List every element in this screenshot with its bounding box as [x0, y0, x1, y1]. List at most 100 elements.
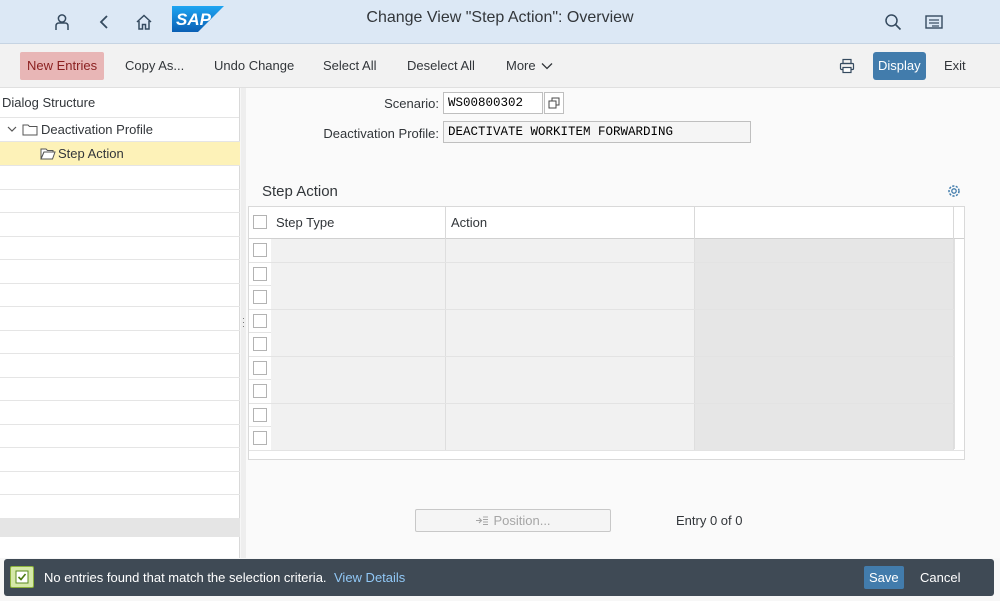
- cell-empty: [695, 356, 954, 380]
- undo-change-button[interactable]: Undo Change: [208, 52, 300, 80]
- tree-empty-row: [0, 307, 240, 331]
- collapse-arrow-icon[interactable]: [7, 124, 17, 134]
- table-row[interactable]: [249, 239, 964, 263]
- cell-step-type[interactable]: [271, 239, 446, 262]
- column-header-action[interactable]: Action: [446, 207, 695, 239]
- tree-empty-row: [0, 472, 240, 495]
- table-title: Step Action: [262, 183, 338, 200]
- sap-logo[interactable]: SAP: [172, 6, 224, 32]
- position-button[interactable]: Position...: [415, 509, 611, 532]
- column-header-step-type[interactable]: Step Type: [271, 207, 446, 239]
- cell-empty: [695, 403, 954, 427]
- cell-action[interactable]: [446, 427, 695, 450]
- table-row[interactable]: [249, 333, 964, 357]
- row-selector[interactable]: [253, 337, 267, 351]
- entry-count: Entry 0 of 0: [676, 513, 743, 528]
- view-details-link[interactable]: View Details: [334, 559, 405, 596]
- cell-step-type[interactable]: [271, 286, 446, 309]
- position-label: Position...: [493, 513, 551, 528]
- tree-empty-row: [0, 166, 240, 190]
- user-icon[interactable]: [48, 8, 76, 36]
- exit-button[interactable]: Exit: [938, 52, 972, 80]
- scenario-field[interactable]: WS00800302: [443, 92, 543, 114]
- tree-item-deactivation-profile[interactable]: Deactivation Profile: [0, 118, 240, 142]
- main-content: Scenario: WS00800302 Deactivation Profil…: [246, 88, 1000, 558]
- cancel-button[interactable]: Cancel: [914, 566, 966, 589]
- value-help-icon[interactable]: [544, 92, 564, 114]
- row-selector[interactable]: [253, 360, 267, 375]
- cell-step-type[interactable]: [271, 356, 446, 380]
- cell-step-type[interactable]: [271, 380, 446, 403]
- tree-empty-row: [0, 260, 240, 284]
- cell-empty: [695, 309, 954, 333]
- select-all-checkbox[interactable]: [253, 215, 267, 229]
- cell-step-type[interactable]: [271, 309, 446, 333]
- select-all-button[interactable]: Select All: [317, 52, 382, 80]
- tree-empty-row: [0, 237, 240, 260]
- table-row[interactable]: [249, 262, 964, 286]
- menu-icon[interactable]: [920, 8, 948, 36]
- tree-item-step-action[interactable]: Step Action: [0, 142, 240, 166]
- row-selector[interactable]: [253, 243, 267, 257]
- tree-empty-row: [0, 401, 240, 425]
- row-selector[interactable]: [253, 431, 267, 445]
- table-row[interactable]: [249, 403, 964, 427]
- cell-empty: [695, 239, 954, 262]
- svg-text:SAP: SAP: [176, 10, 212, 29]
- cell-action[interactable]: [446, 380, 695, 403]
- cell-action[interactable]: [446, 262, 695, 286]
- search-icon[interactable]: [879, 8, 907, 36]
- table-row[interactable]: [249, 286, 964, 310]
- splitter-grip-icon: · · ·: [242, 313, 245, 331]
- position-icon: [476, 516, 489, 525]
- more-label: More: [506, 58, 536, 73]
- cell-action[interactable]: [446, 309, 695, 333]
- cell-step-type[interactable]: [271, 262, 446, 286]
- cell-action[interactable]: [446, 239, 695, 262]
- table-vertical-scrollbar[interactable]: [954, 239, 964, 449]
- cell-step-type[interactable]: [271, 403, 446, 427]
- row-selector[interactable]: [253, 313, 267, 328]
- cell-action[interactable]: [446, 403, 695, 427]
- deactivation-profile-field[interactable]: DEACTIVATE WORKITEM FORWARDING: [443, 121, 751, 143]
- save-button[interactable]: Save: [864, 566, 904, 589]
- gear-icon[interactable]: [946, 183, 964, 201]
- table-row[interactable]: [249, 356, 964, 380]
- tree-item-label: Deactivation Profile: [41, 121, 153, 137]
- display-button[interactable]: Display: [873, 52, 926, 80]
- row-selector[interactable]: [253, 407, 267, 422]
- row-selector[interactable]: [253, 384, 267, 398]
- print-icon[interactable]: [833, 52, 861, 80]
- tree-empty-row: [0, 213, 240, 237]
- deselect-all-button[interactable]: Deselect All: [401, 52, 481, 80]
- table-row[interactable]: [249, 309, 964, 333]
- cell-action[interactable]: [446, 286, 695, 309]
- home-icon[interactable]: [130, 8, 158, 36]
- folder-icon: [22, 124, 38, 136]
- application-toolbar: New Entries Copy As... Undo Change Selec…: [0, 44, 1000, 88]
- chevron-down-icon: [541, 63, 553, 70]
- back-icon[interactable]: [90, 8, 118, 36]
- cell-empty: [695, 380, 954, 403]
- cell-action[interactable]: [446, 333, 695, 356]
- tree-empty-row: [0, 354, 240, 378]
- dialog-structure-title: Dialog Structure: [0, 88, 239, 118]
- tree-horizontal-scrollbar[interactable]: [0, 519, 240, 537]
- table-row[interactable]: [249, 427, 964, 451]
- cell-empty: [695, 286, 954, 309]
- table-row[interactable]: [249, 380, 964, 404]
- row-selector[interactable]: [253, 266, 267, 281]
- scenario-label: Scenario:: [384, 96, 439, 111]
- cell-action[interactable]: [446, 356, 695, 380]
- tree-empty-row: [0, 190, 240, 213]
- row-selector[interactable]: [253, 290, 267, 304]
- cell-step-type[interactable]: [271, 333, 446, 356]
- cell-step-type[interactable]: [271, 427, 446, 450]
- new-entries-button[interactable]: New Entries: [20, 52, 105, 80]
- more-button[interactable]: More: [500, 52, 559, 80]
- shell-header: SAP Change View "Step Action": Overview: [0, 0, 1000, 44]
- tree-empty-row: [0, 425, 240, 448]
- copy-as-button[interactable]: Copy As...: [119, 52, 190, 80]
- success-check-icon[interactable]: [10, 566, 34, 588]
- open-folder-icon: [40, 148, 56, 160]
